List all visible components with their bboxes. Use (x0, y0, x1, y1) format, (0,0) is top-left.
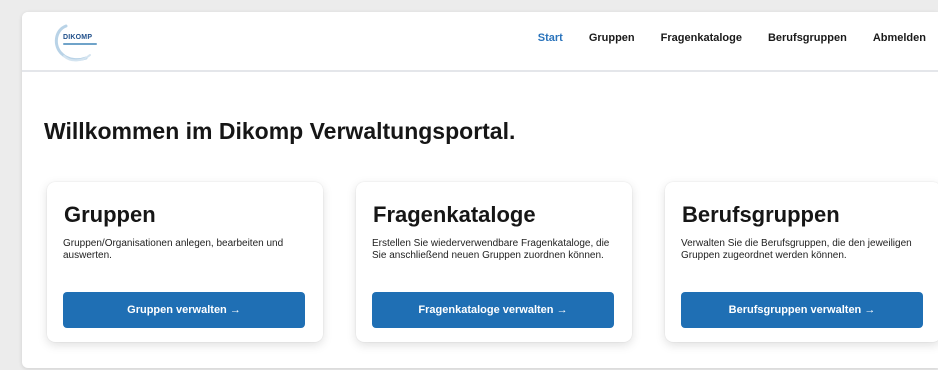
app-window: DIKOMP Start Gruppen Fragenkataloge Beru… (22, 12, 938, 368)
nav-item-berufsgruppen[interactable]: Berufsgruppen (768, 32, 847, 44)
card-title: Berufsgruppen (682, 202, 840, 227)
logo-subline (63, 43, 97, 45)
card-description: Erstellen Sie wiederverwendbare Fragenka… (372, 238, 610, 261)
main-content: Willkommen im Dikomp Verwaltungsportal. … (22, 74, 938, 368)
nav-item-abmelden[interactable]: Abmelden (873, 32, 926, 44)
manage-professions-button[interactable]: Berufsgruppen verwalten → (681, 292, 923, 328)
logo-text: DIKOMP (63, 34, 93, 41)
card-description: Gruppen/Organisationen anlegen, bearbeit… (63, 238, 284, 261)
nav-item-fragenkataloge[interactable]: Fragenkataloge (661, 32, 742, 44)
page-title: Willkommen im Dikomp Verwaltungsportal. (44, 118, 516, 144)
top-navbar: DIKOMP Start Gruppen Fragenkataloge Beru… (22, 12, 938, 72)
card-fragenkataloge: Fragenkataloge Erstellen Sie wiederverwe… (356, 182, 632, 342)
nav-item-start[interactable]: Start (538, 32, 563, 44)
main-nav: Start Gruppen Fragenkataloge Berufsgrupp… (538, 32, 926, 44)
manage-catalogs-button[interactable]: Fragenkataloge verwalten → (372, 292, 614, 328)
nav-item-gruppen[interactable]: Gruppen (589, 32, 635, 44)
card-description: Verwalten Sie die Berufsgruppen, die den… (681, 238, 912, 261)
card-berufsgruppen: Berufsgruppen Verwalten Sie die Berufsgr… (665, 182, 938, 342)
card-title: Gruppen (64, 202, 156, 227)
manage-groups-button[interactable]: Gruppen verwalten → (63, 292, 305, 328)
dikomp-logo[interactable]: DIKOMP (52, 22, 112, 64)
card-title: Fragenkataloge (373, 202, 536, 227)
card-gruppen: Gruppen Gruppen/Organisationen anlegen, … (47, 182, 323, 342)
